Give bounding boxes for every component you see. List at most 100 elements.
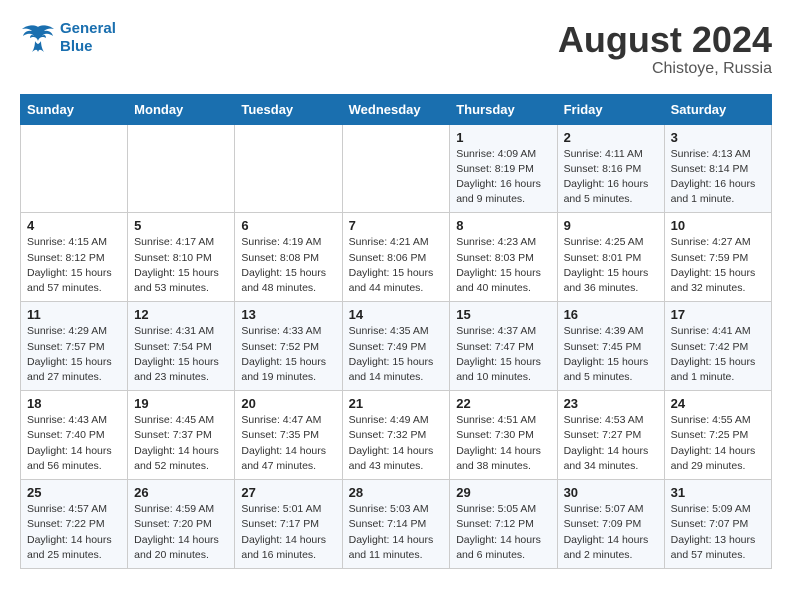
day-number: 20 <box>241 396 335 411</box>
month-title: August 2024 <box>558 20 772 60</box>
calendar-cell: 18 Sunrise: 4:43 AMSunset: 7:40 PMDayligh… <box>21 391 128 480</box>
weekday-header-thursday: Thursday <box>450 94 557 124</box>
cell-info: Sunrise: 4:53 AMSunset: 7:27 PMDaylight:… <box>564 413 658 474</box>
cell-info: Sunrise: 4:25 AMSunset: 8:01 PMDaylight:… <box>564 235 658 296</box>
day-number: 3 <box>671 130 765 145</box>
calendar-table: SundayMondayTuesdayWednesdayThursdayFrid… <box>20 94 772 569</box>
calendar-cell: 16 Sunrise: 4:39 AMSunset: 7:45 PMDayligh… <box>557 302 664 391</box>
cell-info: Sunrise: 4:57 AMSunset: 7:22 PMDaylight:… <box>27 502 121 563</box>
day-number: 26 <box>134 485 228 500</box>
calendar-cell: 2 Sunrise: 4:11 AMSunset: 8:16 PMDaylight… <box>557 124 664 213</box>
calendar-cell: 1 Sunrise: 4:09 AMSunset: 8:19 PMDaylight… <box>450 124 557 213</box>
location-subtitle: Chistoye, Russia <box>558 60 772 78</box>
day-number: 27 <box>241 485 335 500</box>
calendar-cell: 19 Sunrise: 4:45 AMSunset: 7:37 PMDayligh… <box>128 391 235 480</box>
cell-info: Sunrise: 4:19 AMSunset: 8:08 PMDaylight:… <box>241 235 335 296</box>
day-number: 8 <box>456 218 550 233</box>
day-number: 12 <box>134 307 228 322</box>
calendar-week-row: 1 Sunrise: 4:09 AMSunset: 8:19 PMDaylight… <box>21 124 772 213</box>
cell-info: Sunrise: 4:55 AMSunset: 7:25 PMDaylight:… <box>671 413 765 474</box>
cell-info: Sunrise: 4:41 AMSunset: 7:42 PMDaylight:… <box>671 324 765 385</box>
day-number: 10 <box>671 218 765 233</box>
cell-info: Sunrise: 5:05 AMSunset: 7:12 PMDaylight:… <box>456 502 550 563</box>
day-number: 19 <box>134 396 228 411</box>
day-number: 14 <box>349 307 444 322</box>
calendar-cell: 21Sunrise: 4:49 AMSunset: 7:32 PMDayligh… <box>342 391 450 480</box>
calendar-cell: 10 Sunrise: 4:27 AMSunset: 7:59 PMDayligh… <box>664 213 771 302</box>
calendar-cell: 12Sunrise: 4:31 AMSunset: 7:54 PMDayligh… <box>128 302 235 391</box>
calendar-cell: 26Sunrise: 4:59 AMSunset: 7:20 PMDayligh… <box>128 480 235 569</box>
calendar-cell: 24 Sunrise: 4:55 AMSunset: 7:25 PMDayligh… <box>664 391 771 480</box>
calendar-cell: 23 Sunrise: 4:53 AMSunset: 7:27 PMDayligh… <box>557 391 664 480</box>
calendar-cell: 28Sunrise: 5:03 AMSunset: 7:14 PMDayligh… <box>342 480 450 569</box>
day-number: 24 <box>671 396 765 411</box>
logo: General Blue <box>20 20 116 56</box>
calendar-cell: 6 Sunrise: 4:19 AMSunset: 8:08 PMDaylight… <box>235 213 342 302</box>
cell-info: Sunrise: 5:01 AMSunset: 7:17 PMDaylight:… <box>241 502 335 563</box>
calendar-cell: 29Sunrise: 5:05 AMSunset: 7:12 PMDayligh… <box>450 480 557 569</box>
day-number: 5 <box>134 218 228 233</box>
calendar-cell <box>235 124 342 213</box>
calendar-header: SundayMondayTuesdayWednesdayThursdayFrid… <box>21 94 772 124</box>
cell-info: Sunrise: 4:43 AMSunset: 7:40 PMDaylight:… <box>27 413 121 474</box>
cell-info: Sunrise: 4:35 AMSunset: 7:49 PMDaylight:… <box>349 324 444 385</box>
day-number: 1 <box>456 130 550 145</box>
weekday-header-row: SundayMondayTuesdayWednesdayThursdayFrid… <box>21 94 772 124</box>
cell-info: Sunrise: 4:45 AMSunset: 7:37 PMDaylight:… <box>134 413 228 474</box>
calendar-cell <box>128 124 235 213</box>
calendar-cell: 13Sunrise: 4:33 AMSunset: 7:52 PMDayligh… <box>235 302 342 391</box>
cell-info: Sunrise: 4:09 AMSunset: 8:19 PMDaylight:… <box>456 147 550 208</box>
weekday-header-saturday: Saturday <box>664 94 771 124</box>
cell-info: Sunrise: 4:21 AMSunset: 8:06 PMDaylight:… <box>349 235 444 296</box>
day-number: 4 <box>27 218 121 233</box>
title-block: August 2024 Chistoye, Russia <box>558 20 772 78</box>
day-number: 30 <box>564 485 658 500</box>
calendar-week-row: 4Sunrise: 4:15 AMSunset: 8:12 PMDaylight… <box>21 213 772 302</box>
cell-info: Sunrise: 4:39 AMSunset: 7:45 PMDaylight:… <box>564 324 658 385</box>
calendar-cell <box>342 124 450 213</box>
logo-text-blue: Blue <box>60 38 116 56</box>
day-number: 16 <box>564 307 658 322</box>
cell-info: Sunrise: 4:11 AMSunset: 8:16 PMDaylight:… <box>564 147 658 208</box>
cell-info: Sunrise: 4:49 AMSunset: 7:32 PMDaylight:… <box>349 413 444 474</box>
weekday-header-tuesday: Tuesday <box>235 94 342 124</box>
calendar-cell: 22Sunrise: 4:51 AMSunset: 7:30 PMDayligh… <box>450 391 557 480</box>
calendar-cell <box>21 124 128 213</box>
calendar-body: 1 Sunrise: 4:09 AMSunset: 8:19 PMDaylight… <box>21 124 772 568</box>
day-number: 7 <box>349 218 444 233</box>
cell-info: Sunrise: 4:23 AMSunset: 8:03 PMDaylight:… <box>456 235 550 296</box>
weekday-header-sunday: Sunday <box>21 94 128 124</box>
cell-info: Sunrise: 5:07 AMSunset: 7:09 PMDaylight:… <box>564 502 658 563</box>
cell-info: Sunrise: 4:13 AMSunset: 8:14 PMDaylight:… <box>671 147 765 208</box>
calendar-cell: 3 Sunrise: 4:13 AMSunset: 8:14 PMDaylight… <box>664 124 771 213</box>
calendar-cell: 27 Sunrise: 5:01 AMSunset: 7:17 PMDayligh… <box>235 480 342 569</box>
cell-info: Sunrise: 4:51 AMSunset: 7:30 PMDaylight:… <box>456 413 550 474</box>
cell-info: Sunrise: 4:27 AMSunset: 7:59 PMDaylight:… <box>671 235 765 296</box>
calendar-cell: 7 Sunrise: 4:21 AMSunset: 8:06 PMDaylight… <box>342 213 450 302</box>
day-number: 13 <box>241 307 335 322</box>
calendar-cell: 4Sunrise: 4:15 AMSunset: 8:12 PMDaylight… <box>21 213 128 302</box>
calendar-cell: 20Sunrise: 4:47 AMSunset: 7:35 PMDayligh… <box>235 391 342 480</box>
day-number: 23 <box>564 396 658 411</box>
cell-info: Sunrise: 5:03 AMSunset: 7:14 PMDaylight:… <box>349 502 444 563</box>
calendar-cell: 11Sunrise: 4:29 AMSunset: 7:57 PMDayligh… <box>21 302 128 391</box>
calendar-cell: 15Sunrise: 4:37 AMSunset: 7:47 PMDayligh… <box>450 302 557 391</box>
logo-icon <box>20 23 56 53</box>
weekday-header-wednesday: Wednesday <box>342 94 450 124</box>
day-number: 18 <box>27 396 121 411</box>
calendar-cell: 31 Sunrise: 5:09 AMSunset: 7:07 PMDayligh… <box>664 480 771 569</box>
cell-info: Sunrise: 4:37 AMSunset: 7:47 PMDaylight:… <box>456 324 550 385</box>
day-number: 17 <box>671 307 765 322</box>
cell-info: Sunrise: 5:09 AMSunset: 7:07 PMDaylight:… <box>671 502 765 563</box>
calendar-cell: 5Sunrise: 4:17 AMSunset: 8:10 PMDaylight… <box>128 213 235 302</box>
calendar-cell: 17 Sunrise: 4:41 AMSunset: 7:42 PMDayligh… <box>664 302 771 391</box>
calendar-cell: 30 Sunrise: 5:07 AMSunset: 7:09 PMDayligh… <box>557 480 664 569</box>
calendar-cell: 8 Sunrise: 4:23 AMSunset: 8:03 PMDaylight… <box>450 213 557 302</box>
day-number: 2 <box>564 130 658 145</box>
calendar-cell: 9Sunrise: 4:25 AMSunset: 8:01 PMDaylight… <box>557 213 664 302</box>
day-number: 31 <box>671 485 765 500</box>
day-number: 6 <box>241 218 335 233</box>
calendar-week-row: 18 Sunrise: 4:43 AMSunset: 7:40 PMDayligh… <box>21 391 772 480</box>
weekday-header-monday: Monday <box>128 94 235 124</box>
calendar-week-row: 25Sunrise: 4:57 AMSunset: 7:22 PMDayligh… <box>21 480 772 569</box>
